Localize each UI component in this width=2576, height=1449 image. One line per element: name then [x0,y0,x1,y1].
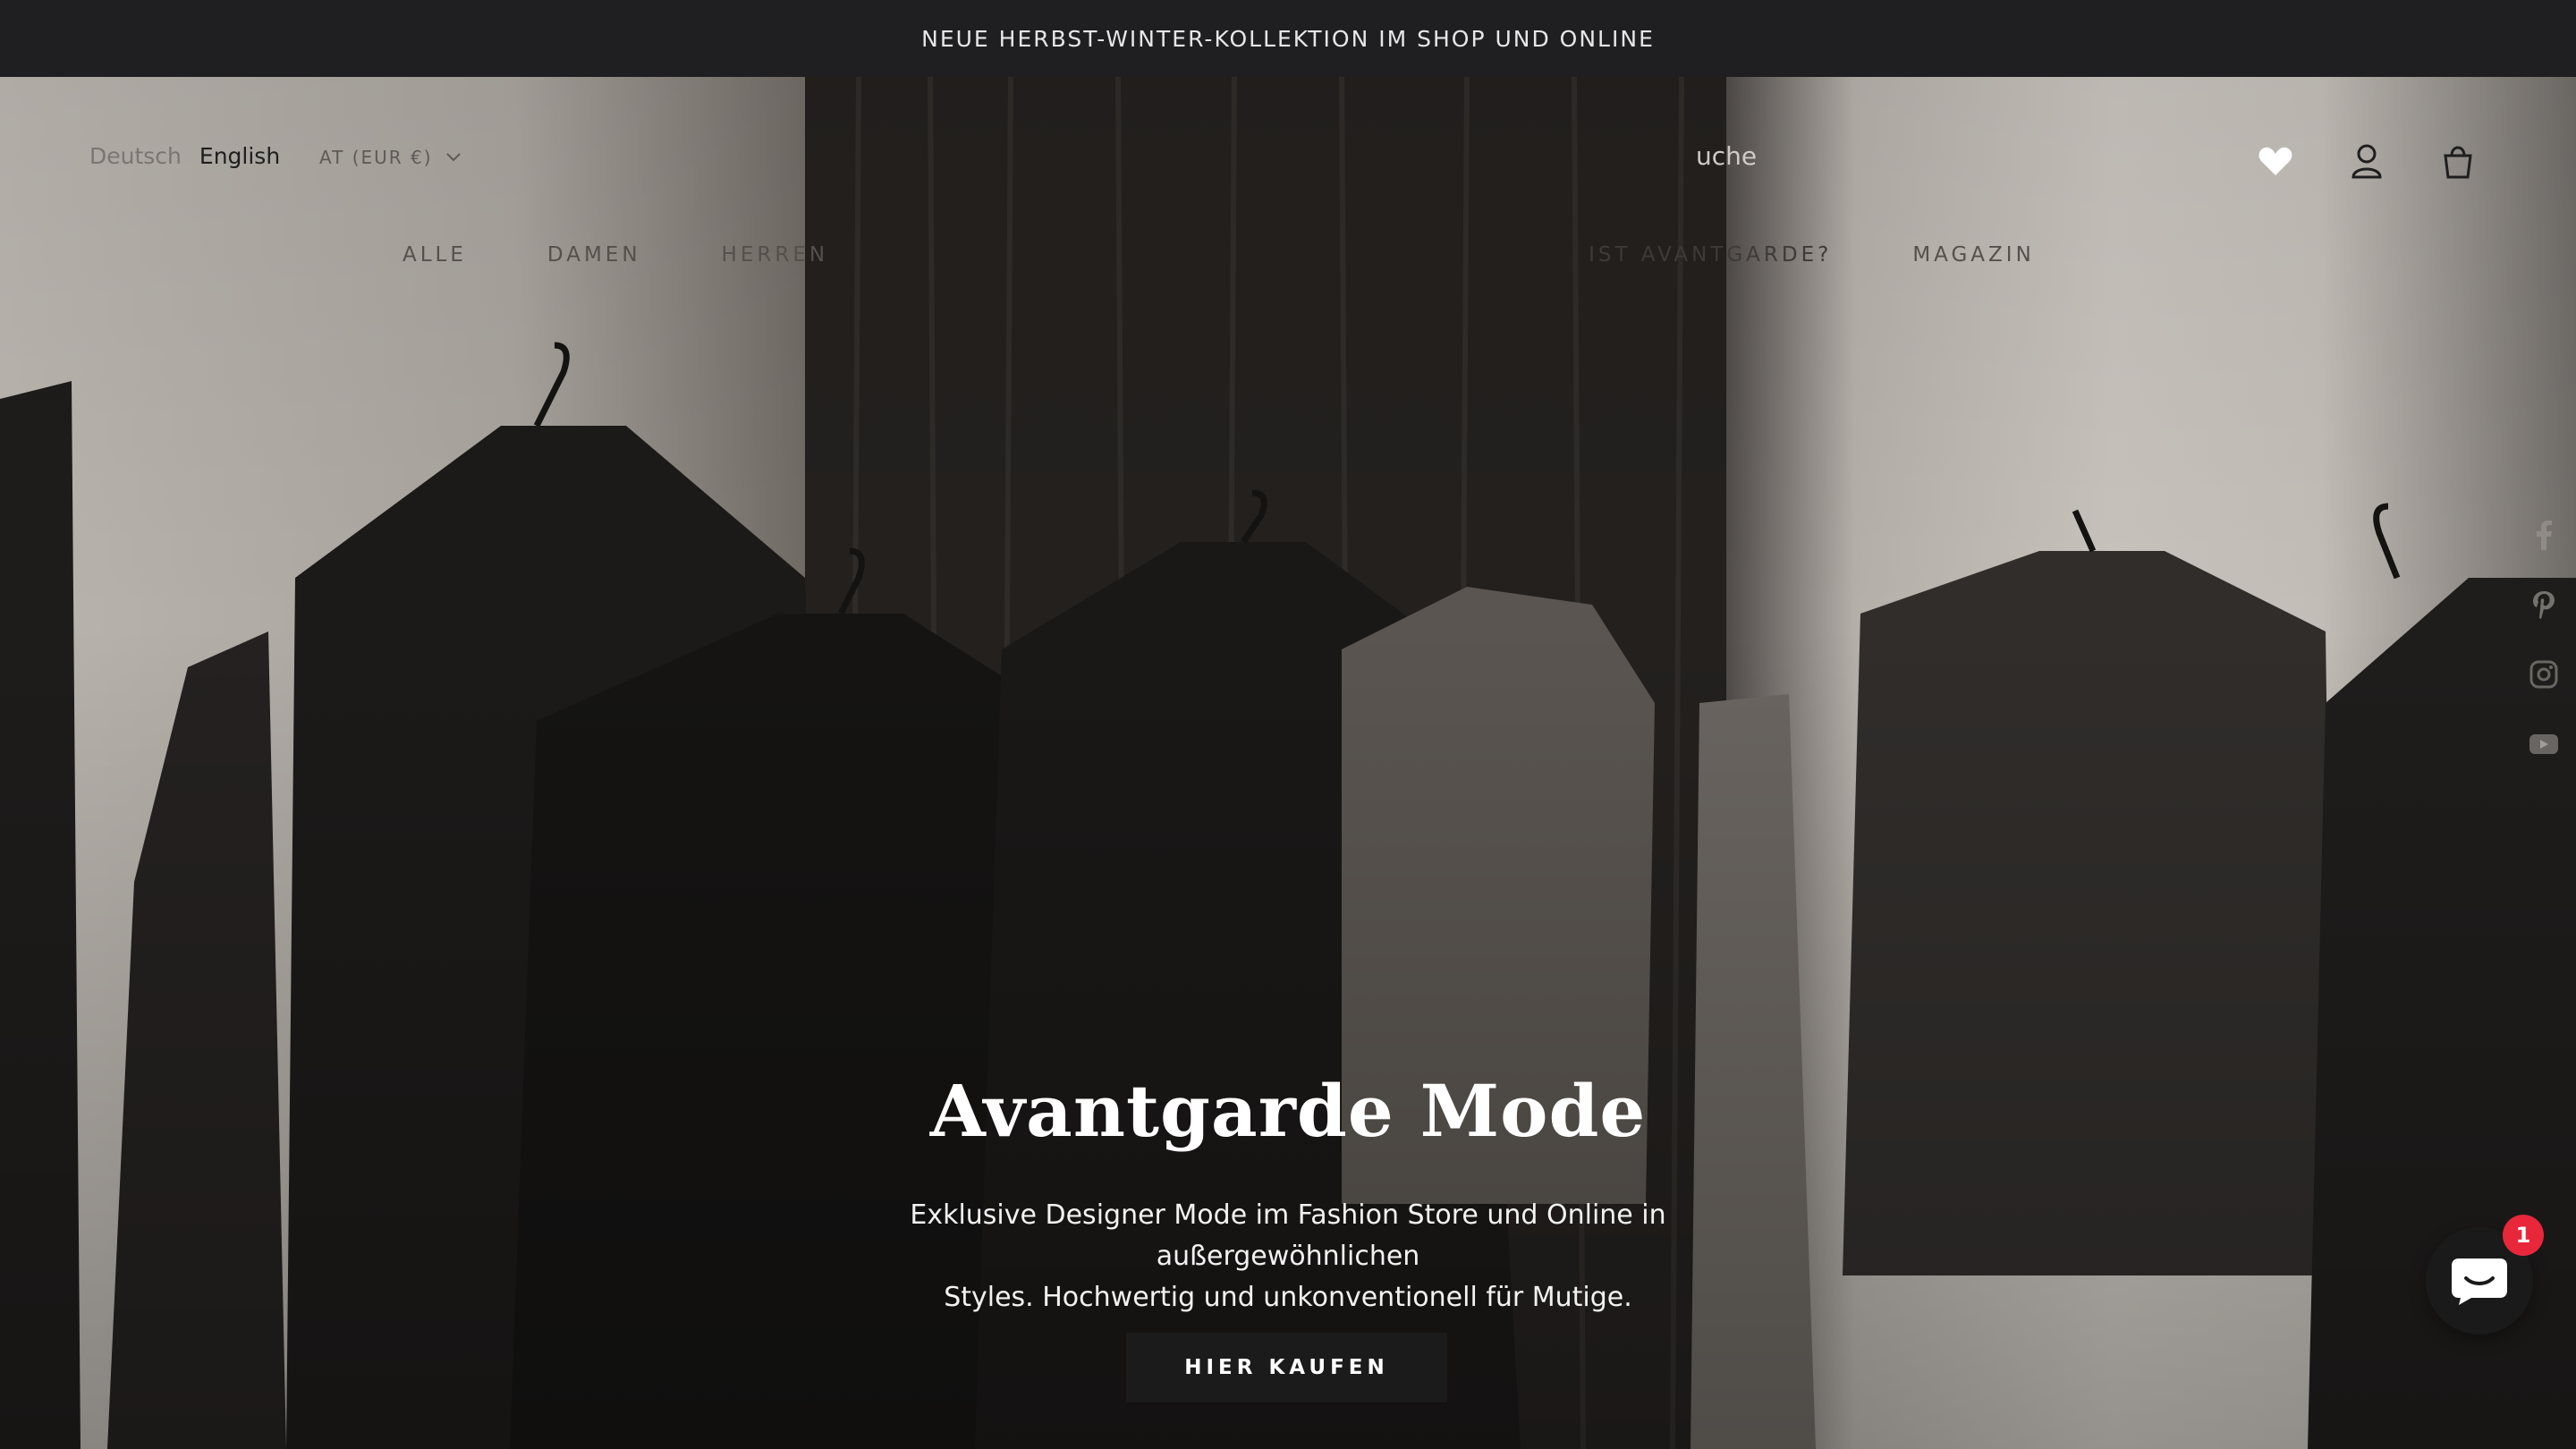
hero-title: Avantgarde Mode [929,1069,1647,1153]
announcement-text: NEUE HERBST-WINTER-KOLLEKTION IM SHOP UN… [921,25,1655,52]
chevron-down-icon [445,153,461,162]
language-english[interactable]: English [199,143,280,169]
language-deutsch[interactable]: Deutsch [89,143,182,169]
hero-subtitle-line1: Exklusive Designer Mode im Fashion Store… [910,1199,1666,1272]
search-input[interactable]: uche [1696,141,1757,171]
nav-item-alle[interactable]: ALLE [402,243,467,267]
header-actions [2256,141,2478,181]
hero-subtitle-line2: Styles. Hochwertig und unkonventionell f… [944,1282,1632,1313]
currency-label: AT (EUR €) [319,147,433,168]
nav-item-magazin[interactable]: MAGAZIN [1912,243,2034,267]
heart-icon[interactable] [2256,141,2295,181]
currency-selector[interactable]: AT (EUR €) [319,147,462,168]
nav-item-damen[interactable]: DAMEN [547,243,641,267]
chat-notification-badge: 1 [2503,1215,2544,1256]
nav-item-was-ist-avantgarde[interactable]: IST AVANTGARDE? [1589,243,1832,267]
youtube-icon[interactable] [2528,728,2560,760]
social-links [2528,519,2560,760]
bag-icon[interactable] [2438,141,2478,181]
user-icon[interactable] [2347,141,2386,181]
pinterest-icon[interactable] [2528,589,2560,621]
main-navigation: ALLE DAMEN HERREN IST AVANTGARDE? MAGAZI… [402,243,2035,267]
language-switcher: Deutsch English [89,143,280,169]
announcement-bar: NEUE HERBST-WINTER-KOLLEKTION IM SHOP UN… [0,0,2576,77]
shop-now-button[interactable]: HIER KAUFEN [1126,1333,1447,1402]
search-placeholder: uche [1696,141,1758,171]
instagram-icon[interactable] [2528,658,2560,691]
chat-icon [2452,1258,2507,1305]
nav-item-herren[interactable]: HERREN [722,243,829,267]
facebook-icon[interactable] [2528,519,2560,551]
hero-subtitle: Exklusive Designer Mode im Fashion Store… [787,1195,1789,1318]
